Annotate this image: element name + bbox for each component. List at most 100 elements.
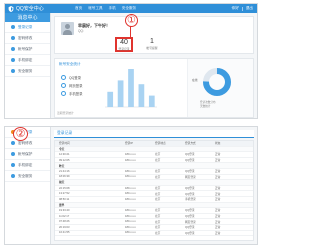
table-cell: 正常 xyxy=(215,175,221,179)
table-cell: QQ登录 xyxy=(185,170,195,174)
login-type-list: QQ登录 网页登录 手机登录 xyxy=(61,73,83,97)
logout-link[interactable]: 退出 xyxy=(246,6,253,11)
logo-text: QQ安全中心 xyxy=(16,6,44,12)
legend-label: 手机登录 xyxy=(69,91,83,96)
annotation-number-2: ② xyxy=(13,127,28,141)
sidebar-item-services[interactable]: 安全服务 xyxy=(5,171,50,182)
section-title: 帐号安全统计 xyxy=(59,62,81,66)
table-cell: 180.x.x.x xyxy=(125,220,136,224)
table-cell: 22:15:08 xyxy=(59,186,70,190)
sidebar-item-label: 手机绑定 xyxy=(18,162,33,167)
account-id: QQ: xyxy=(78,29,84,33)
statistics-section: 帐号安全统计 QQ登录 网页登录 手机登录 近期登录统计 在线 登录次数分布 天… xyxy=(54,58,254,118)
sidebar-item-services[interactable]: 安全服务 xyxy=(5,66,50,77)
table-cell: QQ登录 xyxy=(185,159,195,163)
login-count-value: 40 xyxy=(120,39,128,46)
table-cell: 08:50:11 xyxy=(59,197,70,201)
table-cell: QQ登录 xyxy=(185,187,195,191)
records-header: 登录记录 xyxy=(54,130,254,138)
sidebar-item-protection[interactable]: 帐号保护 xyxy=(5,149,50,160)
nav-item-services[interactable]: 安全服务 xyxy=(122,6,136,11)
sidebar-item-login-records[interactable]: 登录记录 xyxy=(5,22,50,33)
table-cell: 180.x.x.x xyxy=(125,169,136,173)
table-cell: 21:44:16 xyxy=(59,169,70,173)
service-icon xyxy=(11,174,15,178)
avatar-body xyxy=(63,30,72,35)
table-cell: 正常 xyxy=(215,231,221,235)
screenshot-panel-login-records: ② 登录记录 密码修改 帐号保护 手机绑定 安全服务 登录记录 登录时间 xyxy=(4,126,258,245)
alert-count-label: 帐号提醒 xyxy=(146,46,158,50)
table-cell: 网页登录 xyxy=(185,175,196,179)
column-header: 登录时间 xyxy=(59,142,70,146)
nav-item-home[interactable]: 首页 xyxy=(75,6,82,11)
pie-note: 登录次数分布 天数统计 xyxy=(200,101,216,108)
key-icon xyxy=(11,36,15,40)
main-nav: 首页 帐号工具 手机 安全服务 xyxy=(75,6,136,11)
sidebar-item-protection[interactable]: 帐号保护 xyxy=(5,44,50,55)
circle-icon xyxy=(61,74,66,80)
table-cell: 07:48:26 xyxy=(59,220,70,224)
login-records-content: 登录记录 登录时间 登录IP 登录地点 登录方式 状态 今天 12:30:21 18… xyxy=(54,130,254,241)
table-cell: 13:27:52 xyxy=(59,192,70,196)
alert-count-value: 1 xyxy=(150,38,154,45)
alert-count-stat[interactable]: 1 帐号提醒 xyxy=(143,38,161,51)
group-label: 更早 xyxy=(59,203,65,207)
legend-item[interactable]: 网页登录 xyxy=(61,81,83,89)
logo[interactable]: QQ安全中心 xyxy=(8,5,44,12)
table-cell: 北京 xyxy=(155,209,161,213)
bar-4 xyxy=(138,84,145,107)
screenshot-panel-overview: QQ安全中心 首页 帐号工具 手机 安全服务 你好 退出 消息中心 登录记录 密… xyxy=(4,3,258,119)
sidebar-item-label: 帐号保护 xyxy=(18,151,33,156)
column-header: 状态 xyxy=(215,142,221,146)
pie-label: 在线 xyxy=(192,78,198,82)
table-cell: 网页登录 xyxy=(185,220,196,224)
table-cell: 180.x.x.x xyxy=(125,158,136,162)
sidebar-item-phone[interactable]: 手机绑定 xyxy=(5,160,50,171)
phone-icon xyxy=(11,163,15,167)
table-cell: 正常 xyxy=(215,226,221,230)
table-cell: 正常 xyxy=(215,187,221,191)
sidebar-item-phone[interactable]: 手机绑定 xyxy=(5,55,50,66)
annotation-number-1: ① xyxy=(125,14,138,27)
sidebar-item-label: 登录记录 xyxy=(18,24,33,29)
table-cell: 16:41:55 xyxy=(59,231,70,235)
table-cell: QQ登录 xyxy=(185,215,195,219)
sidebar-item-label: 安全服务 xyxy=(18,68,33,73)
table-cell: 北京 xyxy=(155,231,161,235)
table-cell: QQ登录 xyxy=(185,153,195,157)
table-cell: 正常 xyxy=(215,198,221,202)
sidebar-item-password[interactable]: 密码修改 xyxy=(5,138,50,149)
table-cell: 北京 xyxy=(155,220,161,224)
table-cell: 手机登录 xyxy=(185,198,196,202)
table-cell: 北京 xyxy=(155,170,161,174)
nav-item-tools[interactable]: 帐号工具 xyxy=(88,6,102,11)
login-pie-chart xyxy=(203,68,231,96)
nav-item-mobile[interactable]: 手机 xyxy=(109,6,116,11)
table-cell: 北京 xyxy=(155,153,161,157)
sidebar-item-label: 安全服务 xyxy=(18,173,33,178)
sidebar: 登录记录 密码修改 帐号保护 手机绑定 安全服务 xyxy=(5,127,51,244)
record-icon xyxy=(11,25,15,29)
table-cell: 正常 xyxy=(215,159,221,163)
avatar[interactable] xyxy=(61,22,74,35)
main-content: 早晨好，下午好！ QQ: ① 40 登录记录 1 帐号提醒 帐号安全统计 QQ登… xyxy=(54,14,254,118)
login-count-stat[interactable]: 40 登录记录 xyxy=(115,37,133,52)
circle-icon xyxy=(61,90,66,96)
sidebar-item-password[interactable]: 密码修改 xyxy=(5,33,50,44)
table-cell: 20:19:03 xyxy=(59,225,70,229)
table-cell: 180.x.x.x xyxy=(125,186,136,190)
profile-card: 早晨好，下午好！ QQ: ① 40 登录记录 1 帐号提醒 xyxy=(54,14,254,54)
table-cell: 正常 xyxy=(215,215,221,219)
greeting-link[interactable]: 你好 xyxy=(232,6,239,11)
bar-2 xyxy=(117,80,124,107)
sidebar-item-label: 密码修改 xyxy=(18,140,33,145)
table-cell: 12:30:21 xyxy=(59,152,70,156)
legend-label: QQ登录 xyxy=(69,75,82,80)
bar-1 xyxy=(107,91,114,107)
legend-item[interactable]: 手机登录 xyxy=(61,89,83,97)
shield-icon xyxy=(11,47,15,51)
table-cell: 19:33:40 xyxy=(59,208,70,212)
table-cell: 180.x.x.x xyxy=(125,197,136,201)
legend-item[interactable]: QQ登录 xyxy=(61,73,83,81)
shield-icon xyxy=(8,5,14,12)
